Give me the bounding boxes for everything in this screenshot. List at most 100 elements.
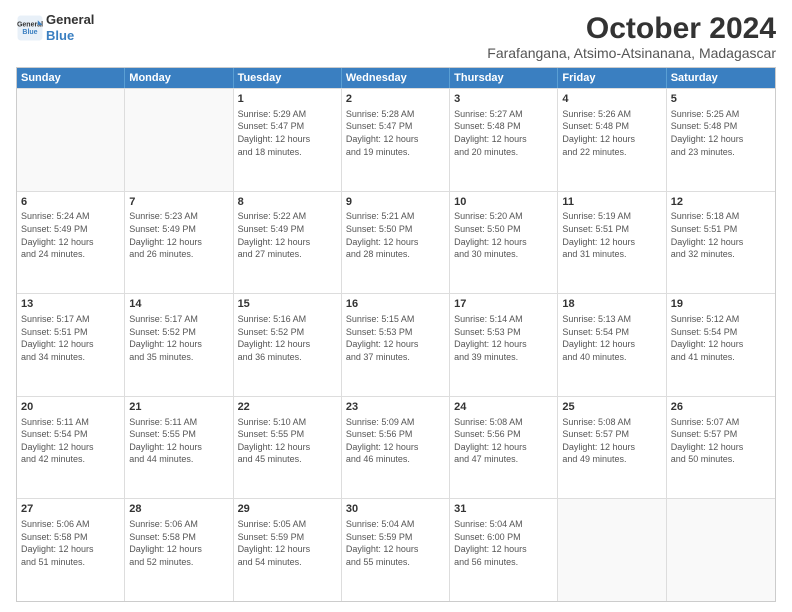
day-number: 16 [346,297,445,312]
day-cell-12: 12Sunrise: 5:18 AM Sunset: 5:51 PM Dayli… [667,192,775,294]
day-number: 30 [346,502,445,517]
day-info: Sunrise: 5:17 AM Sunset: 5:52 PM Dayligh… [129,313,228,363]
day-number: 5 [671,92,771,107]
day-info: Sunrise: 5:09 AM Sunset: 5:56 PM Dayligh… [346,416,445,466]
day-info: Sunrise: 5:26 AM Sunset: 5:48 PM Dayligh… [562,108,661,158]
day-number: 9 [346,195,445,210]
day-cell-16: 16Sunrise: 5:15 AM Sunset: 5:53 PM Dayli… [342,294,450,396]
day-info: Sunrise: 5:12 AM Sunset: 5:54 PM Dayligh… [671,313,771,363]
header: General Blue General Blue October 2024 F… [16,12,776,61]
day-cell-18: 18Sunrise: 5:13 AM Sunset: 5:54 PM Dayli… [558,294,666,396]
day-info: Sunrise: 5:05 AM Sunset: 5:59 PM Dayligh… [238,518,337,568]
day-number: 12 [671,195,771,210]
day-info: Sunrise: 5:06 AM Sunset: 5:58 PM Dayligh… [129,518,228,568]
day-info: Sunrise: 5:08 AM Sunset: 5:57 PM Dayligh… [562,416,661,466]
day-info: Sunrise: 5:10 AM Sunset: 5:55 PM Dayligh… [238,416,337,466]
day-cell-9: 9Sunrise: 5:21 AM Sunset: 5:50 PM Daylig… [342,192,450,294]
day-info: Sunrise: 5:17 AM Sunset: 5:51 PM Dayligh… [21,313,120,363]
day-info: Sunrise: 5:13 AM Sunset: 5:54 PM Dayligh… [562,313,661,363]
day-cell-10: 10Sunrise: 5:20 AM Sunset: 5:50 PM Dayli… [450,192,558,294]
day-info: Sunrise: 5:23 AM Sunset: 5:49 PM Dayligh… [129,210,228,260]
day-number: 3 [454,92,553,107]
day-number: 28 [129,502,228,517]
empty-cell-4-5 [558,499,666,601]
day-cell-27: 27Sunrise: 5:06 AM Sunset: 5:58 PM Dayli… [17,499,125,601]
day-info: Sunrise: 5:29 AM Sunset: 5:47 PM Dayligh… [238,108,337,158]
empty-cell-0-1 [125,89,233,191]
day-number: 20 [21,400,120,415]
day-number: 29 [238,502,337,517]
day-info: Sunrise: 5:14 AM Sunset: 5:53 PM Dayligh… [454,313,553,363]
header-cell-wednesday: Wednesday [342,68,450,88]
day-cell-2: 2Sunrise: 5:28 AM Sunset: 5:47 PM Daylig… [342,89,450,191]
day-cell-5: 5Sunrise: 5:25 AM Sunset: 5:48 PM Daylig… [667,89,775,191]
day-cell-31: 31Sunrise: 5:04 AM Sunset: 6:00 PM Dayli… [450,499,558,601]
day-number: 4 [562,92,661,107]
day-number: 6 [21,195,120,210]
day-number: 18 [562,297,661,312]
day-info: Sunrise: 5:28 AM Sunset: 5:47 PM Dayligh… [346,108,445,158]
day-cell-26: 26Sunrise: 5:07 AM Sunset: 5:57 PM Dayli… [667,397,775,499]
day-cell-11: 11Sunrise: 5:19 AM Sunset: 5:51 PM Dayli… [558,192,666,294]
day-cell-1: 1Sunrise: 5:29 AM Sunset: 5:47 PM Daylig… [234,89,342,191]
day-cell-29: 29Sunrise: 5:05 AM Sunset: 5:59 PM Dayli… [234,499,342,601]
day-number: 31 [454,502,553,517]
day-cell-20: 20Sunrise: 5:11 AM Sunset: 5:54 PM Dayli… [17,397,125,499]
day-number: 15 [238,297,337,312]
day-cell-19: 19Sunrise: 5:12 AM Sunset: 5:54 PM Dayli… [667,294,775,396]
header-cell-tuesday: Tuesday [234,68,342,88]
day-cell-25: 25Sunrise: 5:08 AM Sunset: 5:57 PM Dayli… [558,397,666,499]
location-title: Farafangana, Atsimo-Atsinanana, Madagasc… [487,45,776,61]
day-info: Sunrise: 5:06 AM Sunset: 5:58 PM Dayligh… [21,518,120,568]
day-cell-3: 3Sunrise: 5:27 AM Sunset: 5:48 PM Daylig… [450,89,558,191]
header-cell-saturday: Saturday [667,68,775,88]
day-number: 21 [129,400,228,415]
day-cell-21: 21Sunrise: 5:11 AM Sunset: 5:55 PM Dayli… [125,397,233,499]
day-cell-8: 8Sunrise: 5:22 AM Sunset: 5:49 PM Daylig… [234,192,342,294]
day-info: Sunrise: 5:18 AM Sunset: 5:51 PM Dayligh… [671,210,771,260]
day-number: 13 [21,297,120,312]
day-number: 11 [562,195,661,210]
day-number: 19 [671,297,771,312]
day-info: Sunrise: 5:16 AM Sunset: 5:52 PM Dayligh… [238,313,337,363]
day-number: 1 [238,92,337,107]
week-row-3: 13Sunrise: 5:17 AM Sunset: 5:51 PM Dayli… [17,293,775,396]
day-info: Sunrise: 5:19 AM Sunset: 5:51 PM Dayligh… [562,210,661,260]
svg-text:Blue: Blue [22,29,37,36]
week-row-2: 6Sunrise: 5:24 AM Sunset: 5:49 PM Daylig… [17,191,775,294]
header-cell-monday: Monday [125,68,233,88]
day-number: 24 [454,400,553,415]
day-cell-22: 22Sunrise: 5:10 AM Sunset: 5:55 PM Dayli… [234,397,342,499]
header-cell-friday: Friday [558,68,666,88]
day-cell-15: 15Sunrise: 5:16 AM Sunset: 5:52 PM Dayli… [234,294,342,396]
logo-text: General Blue [46,12,94,43]
empty-cell-4-6 [667,499,775,601]
day-info: Sunrise: 5:07 AM Sunset: 5:57 PM Dayligh… [671,416,771,466]
week-row-4: 20Sunrise: 5:11 AM Sunset: 5:54 PM Dayli… [17,396,775,499]
month-title: October 2024 [487,12,776,45]
day-info: Sunrise: 5:11 AM Sunset: 5:55 PM Dayligh… [129,416,228,466]
day-cell-17: 17Sunrise: 5:14 AM Sunset: 5:53 PM Dayli… [450,294,558,396]
day-cell-14: 14Sunrise: 5:17 AM Sunset: 5:52 PM Dayli… [125,294,233,396]
day-number: 22 [238,400,337,415]
day-cell-23: 23Sunrise: 5:09 AM Sunset: 5:56 PM Dayli… [342,397,450,499]
day-cell-24: 24Sunrise: 5:08 AM Sunset: 5:56 PM Dayli… [450,397,558,499]
day-number: 14 [129,297,228,312]
day-number: 8 [238,195,337,210]
logo: General Blue General Blue [16,12,94,43]
day-number: 7 [129,195,228,210]
day-info: Sunrise: 5:04 AM Sunset: 5:59 PM Dayligh… [346,518,445,568]
day-cell-6: 6Sunrise: 5:24 AM Sunset: 5:49 PM Daylig… [17,192,125,294]
day-info: Sunrise: 5:20 AM Sunset: 5:50 PM Dayligh… [454,210,553,260]
day-cell-30: 30Sunrise: 5:04 AM Sunset: 5:59 PM Dayli… [342,499,450,601]
day-cell-28: 28Sunrise: 5:06 AM Sunset: 5:58 PM Dayli… [125,499,233,601]
day-number: 27 [21,502,120,517]
day-info: Sunrise: 5:04 AM Sunset: 6:00 PM Dayligh… [454,518,553,568]
day-info: Sunrise: 5:11 AM Sunset: 5:54 PM Dayligh… [21,416,120,466]
header-cell-thursday: Thursday [450,68,558,88]
day-info: Sunrise: 5:24 AM Sunset: 5:49 PM Dayligh… [21,210,120,260]
calendar: SundayMondayTuesdayWednesdayThursdayFrid… [16,67,776,602]
day-cell-7: 7Sunrise: 5:23 AM Sunset: 5:49 PM Daylig… [125,192,233,294]
day-info: Sunrise: 5:27 AM Sunset: 5:48 PM Dayligh… [454,108,553,158]
calendar-header-row: SundayMondayTuesdayWednesdayThursdayFrid… [17,68,775,88]
